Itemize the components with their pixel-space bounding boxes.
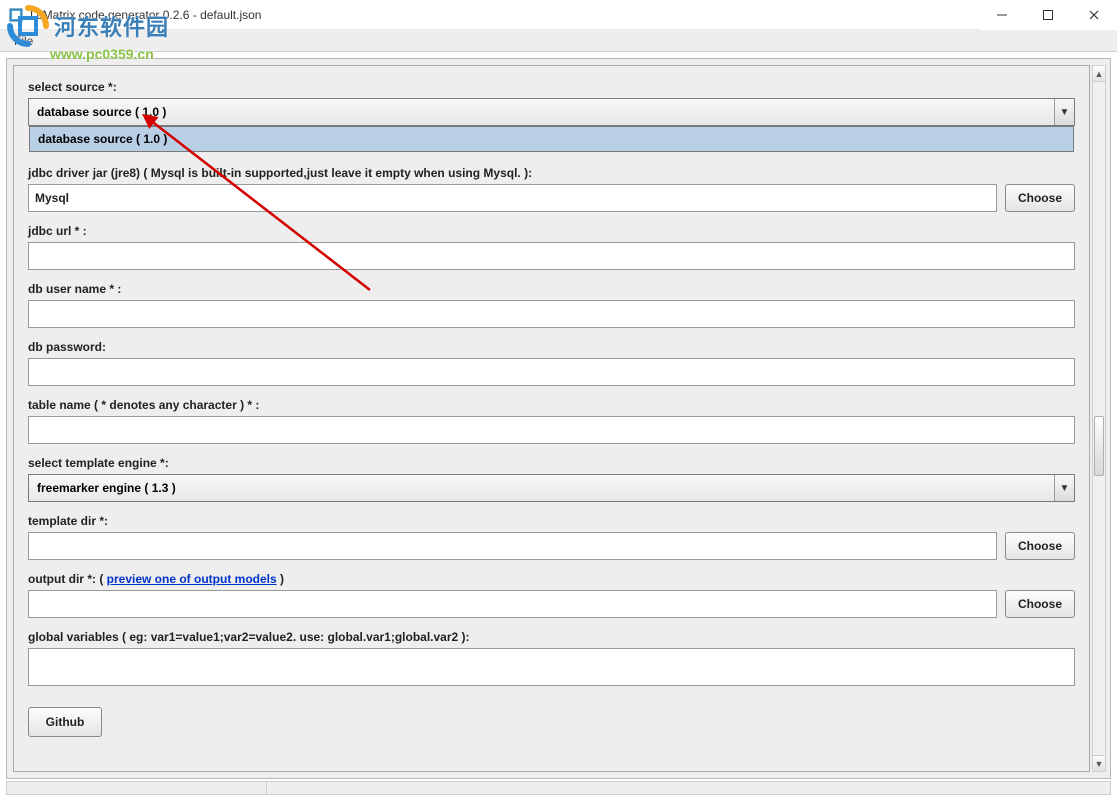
vertical-scrollbar[interactable]: ▲ ▼ — [1092, 65, 1106, 772]
global-vars-input[interactable] — [28, 648, 1075, 686]
template-engine-combo[interactable]: freemarker engine ( 1.3 ) ▼ — [28, 474, 1075, 502]
output-dir-input[interactable] — [28, 590, 997, 618]
close-button[interactable] — [1071, 0, 1117, 30]
template-dir-input[interactable] — [28, 532, 997, 560]
preview-output-link[interactable]: preview one of output models — [107, 572, 277, 586]
label-jdbc-driver: jdbc driver jar (jre8) ( Mysql is built-… — [28, 166, 1075, 180]
title-bar: LcMatrix code generator 0.2.6 - default.… — [0, 0, 1117, 30]
jdbc-driver-input[interactable] — [28, 184, 997, 212]
scroll-down-icon[interactable]: ▼ — [1093, 755, 1105, 771]
label-db-password: db password: — [28, 340, 1075, 354]
db-user-input[interactable] — [28, 300, 1075, 328]
maximize-button[interactable] — [1025, 0, 1071, 30]
window-title: LcMatrix code generator 0.2.6 - default.… — [30, 8, 261, 22]
label-table-name: table name ( * denotes any character ) *… — [28, 398, 1075, 412]
minimize-button[interactable] — [979, 0, 1025, 30]
status-segment — [7, 782, 267, 794]
choose-template-dir-button[interactable]: Choose — [1005, 532, 1075, 560]
github-button[interactable]: Github — [28, 707, 102, 737]
label-template-engine: select template engine *: — [28, 456, 1075, 470]
menu-file[interactable]: File — [6, 32, 41, 50]
choose-output-dir-button[interactable]: Choose — [1005, 590, 1075, 618]
select-source-value: database source ( 1.0 ) — [29, 105, 1054, 119]
status-bar — [6, 781, 1111, 795]
db-password-input[interactable] — [28, 358, 1075, 386]
app-icon — [8, 7, 24, 23]
window-controls — [979, 0, 1117, 30]
label-db-user: db user name * : — [28, 282, 1075, 296]
template-engine-value: freemarker engine ( 1.3 ) — [29, 481, 1054, 495]
menu-bar: File — [0, 30, 1117, 52]
label-jdbc-url: jdbc url * : — [28, 224, 1075, 238]
scroll-up-icon[interactable]: ▲ — [1093, 66, 1105, 82]
scroll-thumb[interactable] — [1094, 416, 1104, 476]
jdbc-url-input[interactable] — [28, 242, 1075, 270]
outer-panel: select source *: database source ( 1.0 )… — [6, 58, 1111, 779]
select-source-dropdown: database source ( 1.0 ) — [29, 126, 1074, 152]
chevron-down-icon[interactable]: ▼ — [1054, 475, 1074, 501]
label-template-dir: template dir *: — [28, 514, 1075, 528]
label-select-source: select source *: — [28, 80, 1075, 94]
select-source-combo[interactable]: database source ( 1.0 ) ▼ database sourc… — [28, 98, 1075, 126]
table-name-input[interactable] — [28, 416, 1075, 444]
label-global-vars: global variables ( eg: var1=value1;var2=… — [28, 630, 1075, 644]
chevron-down-icon[interactable]: ▼ — [1054, 99, 1074, 125]
label-output-dir: output dir *: ( preview one of output mo… — [28, 572, 1075, 586]
select-source-option[interactable]: database source ( 1.0 ) — [30, 127, 1073, 151]
form-panel: select source *: database source ( 1.0 )… — [13, 65, 1090, 772]
choose-driver-button[interactable]: Choose — [1005, 184, 1075, 212]
